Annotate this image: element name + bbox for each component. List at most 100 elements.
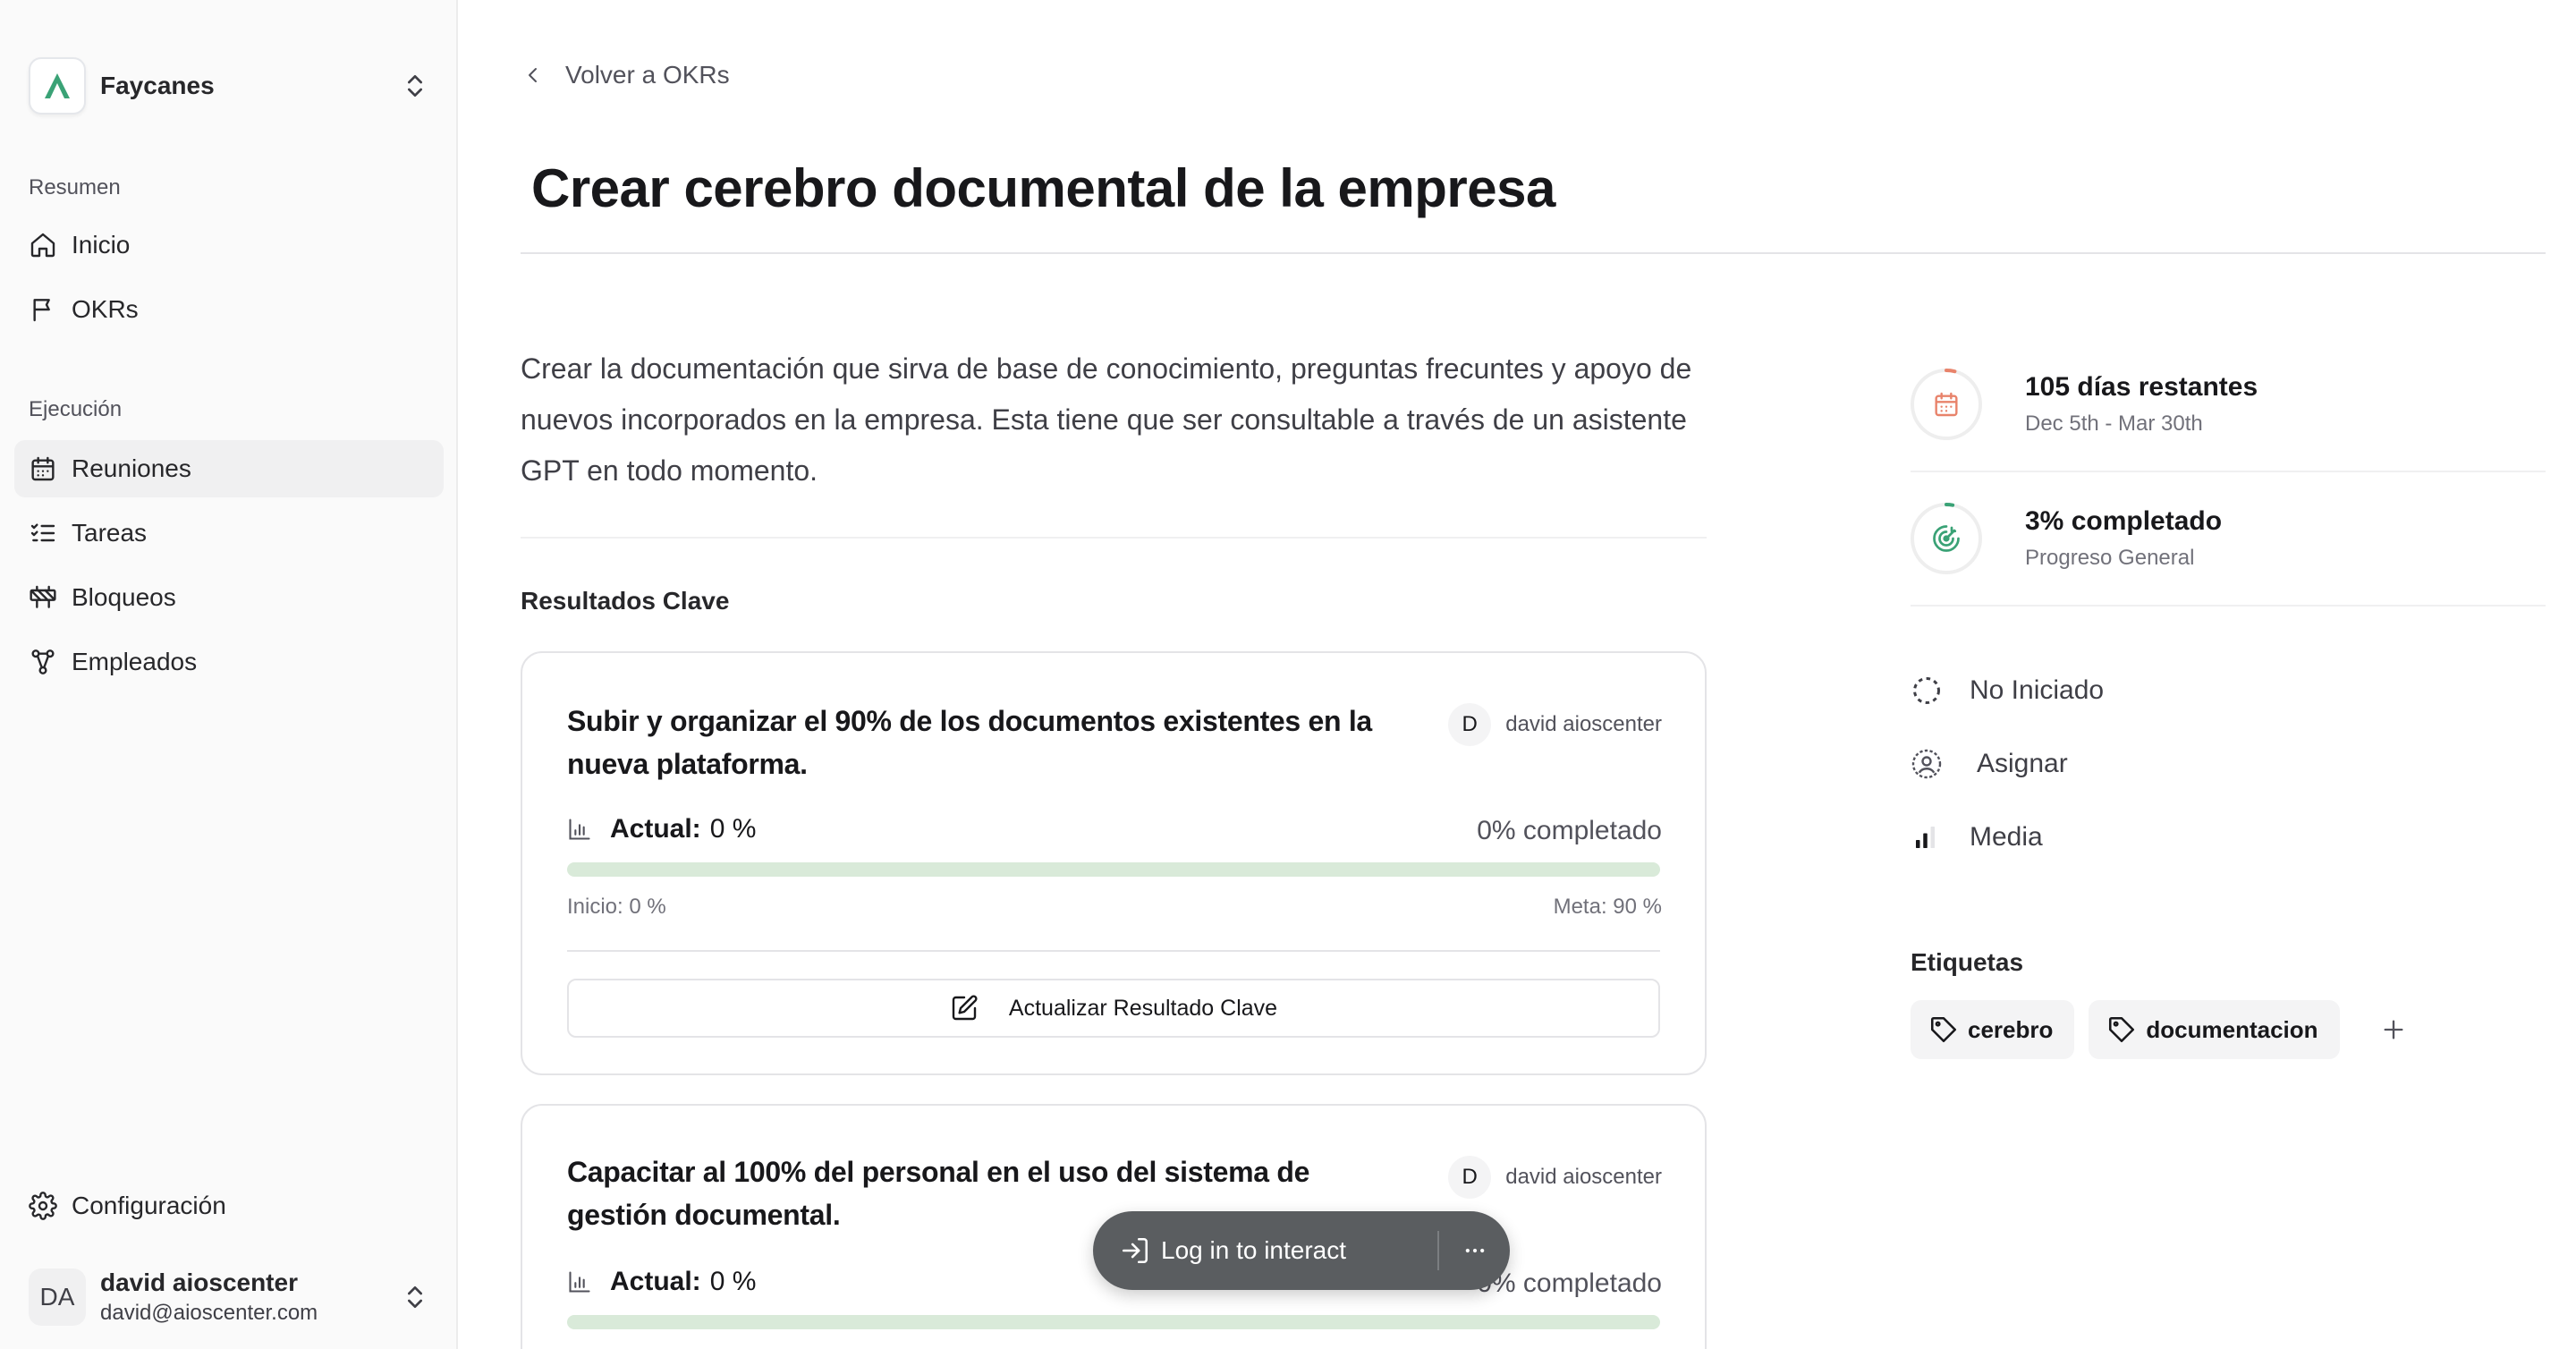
tag-list: cerebro documentacion — [1911, 1000, 2415, 1059]
progress-bar — [567, 1315, 1660, 1329]
status-select[interactable]: No Iniciado — [1911, 674, 2104, 707]
divider — [1911, 605, 2546, 607]
tag-icon — [1930, 1016, 1957, 1043]
owner-name: david aioscenter — [1505, 1165, 1662, 1189]
tag-label: cerebro — [1968, 1015, 2054, 1043]
date-range: Dec 5th - Mar 30th — [2025, 411, 2203, 436]
chevron-left-icon — [529, 68, 537, 82]
owner-avatar: D — [1448, 1156, 1492, 1199]
gear-icon — [29, 1192, 57, 1220]
owner-name: david aioscenter — [1505, 712, 1662, 736]
key-result-owner[interactable]: D david aioscenter — [1448, 1156, 1662, 1199]
user-name: david aioscenter — [100, 1268, 298, 1296]
key-result-card: Subir y organizar el 90% de los document… — [521, 651, 1707, 1075]
tag-icon — [2109, 1016, 2135, 1043]
sidebar-item-reuniones[interactable]: Reuniones — [14, 440, 444, 497]
tag-label: documentacion — [2146, 1015, 2318, 1043]
workspace-switcher[interactable]: Faycanes — [29, 54, 429, 118]
workspace-name: Faycanes — [100, 72, 215, 99]
key-result-actual: Actual: 0 % — [567, 1267, 756, 1297]
bar-chart-icon — [569, 819, 590, 840]
update-key-result-button[interactable]: Actualizar Resultado Clave — [567, 979, 1660, 1038]
key-result-actual: Actual: 0 % — [567, 814, 756, 844]
network-icon — [31, 649, 55, 674]
dashed-circle-icon — [1913, 677, 1940, 704]
key-results-heading: Resultados Clave — [521, 587, 730, 615]
completion-text: 0% completado — [1477, 816, 1662, 845]
login-label: Log in to interact — [1161, 1236, 1347, 1264]
status-value: No Iniciado — [1970, 675, 2105, 705]
sidebar-item-label: Bloqueos — [72, 583, 176, 611]
progress-ring — [1911, 503, 1982, 574]
assignee-select[interactable]: Asignar — [1911, 748, 2068, 780]
priority-select[interactable]: Media — [1911, 821, 2043, 853]
user-circle-icon — [1911, 749, 1942, 779]
time-ring — [1911, 369, 1982, 440]
log-in-icon — [1122, 1237, 1148, 1264]
sidebar-item-tareas[interactable]: Tareas — [14, 505, 444, 562]
sidebar: Faycanes Resumen Inicio OKRs Ejecución R… — [0, 0, 458, 1349]
progress-bar — [567, 862, 1660, 877]
flag-icon — [33, 299, 50, 322]
progress-ring-arc — [1911, 503, 1982, 574]
owner-avatar: D — [1448, 703, 1492, 746]
days-remaining: 105 días restantes — [2025, 372, 2258, 402]
sidebar-item-label: OKRs — [72, 295, 139, 323]
actual-value: 0 % — [709, 1267, 757, 1296]
divider — [567, 950, 1660, 952]
sidebar-item-bloqueos[interactable]: Bloqueos — [14, 569, 444, 626]
user-menu[interactable]: DA david aioscenter david@aioscenter.com — [29, 1260, 429, 1335]
section-label-resumen: Resumen — [29, 175, 121, 199]
sidebar-item-label: Empleados — [72, 648, 198, 675]
back-label: Volver a OKRs — [565, 61, 730, 89]
tag-chip[interactable]: cerebro — [1911, 1000, 2075, 1059]
section-label-ejecucion: Ejecución — [29, 397, 123, 421]
workspace-logo-icon — [29, 57, 86, 115]
objective-description: Crear la documentación que sirva de base… — [521, 352, 1692, 487]
overall-progress: 3% completado Progreso General — [1911, 472, 2546, 605]
actual-label: Actual: — [610, 814, 701, 844]
login-button[interactable]: Log in to interact — [1093, 1211, 1437, 1290]
goal-value: Meta: 90 % — [1553, 895, 1662, 919]
list-checks-icon — [30, 523, 55, 542]
actual-label: Actual: — [610, 1267, 701, 1296]
signal-medium-icon — [1916, 827, 1935, 848]
divider — [521, 537, 1707, 539]
sidebar-item-label: Tareas — [72, 519, 148, 547]
sidebar-item-okrs[interactable]: OKRs — [14, 281, 444, 338]
sidebar-item-label: Inicio — [72, 231, 131, 259]
sidebar-item-label: Reuniones — [72, 454, 191, 482]
edit-icon — [952, 995, 978, 1021]
sidebar-item-configuracion[interactable]: Configuración — [14, 1177, 444, 1234]
time-ring-arc — [1911, 369, 1982, 440]
sidebar-item-empleados[interactable]: Empleados — [14, 633, 444, 691]
more-horizontal-icon — [1465, 1248, 1484, 1253]
back-to-okrs-link[interactable]: Volver a OKRs — [522, 61, 730, 89]
time-remaining: 105 días restantes Dec 5th - Mar 30th — [1911, 338, 2546, 471]
tags-heading: Etiquetas — [1911, 948, 2024, 976]
start-value: Inicio: 0 % — [567, 895, 666, 919]
sidebar-item-inicio[interactable]: Inicio — [14, 216, 444, 274]
tag-chip[interactable]: documentacion — [2089, 1000, 2340, 1059]
actual-value: 0 % — [709, 814, 757, 844]
user-email: david@aioscenter.com — [100, 1301, 318, 1325]
key-result-title: Subir y organizar el 90% de los document… — [567, 705, 1372, 780]
assignee-value: Asignar — [1977, 749, 2068, 778]
divider — [521, 252, 2546, 254]
construction-icon — [30, 585, 56, 608]
more-options-button[interactable] — [1439, 1211, 1510, 1290]
home-icon — [30, 233, 55, 258]
update-label: Actualizar Resultado Clave — [1008, 995, 1278, 1021]
progress-label: Progreso General — [2025, 546, 2195, 570]
calendar-icon — [31, 456, 55, 481]
key-result-owner[interactable]: D david aioscenter — [1448, 703, 1662, 746]
chevrons-up-down-icon[interactable] — [401, 72, 429, 100]
page-title: Crear cerebro documental de la empresa — [531, 158, 1555, 218]
chevrons-up-down-icon[interactable] — [401, 1283, 429, 1311]
priority-value: Media — [1970, 822, 2043, 852]
add-tag-button[interactable] — [2372, 1008, 2415, 1051]
sidebar-item-label: Configuración — [72, 1192, 226, 1219]
avatar: DA — [29, 1268, 86, 1326]
progress-percent: 3% completado — [2025, 506, 2223, 536]
plus-icon — [2384, 1020, 2403, 1039]
